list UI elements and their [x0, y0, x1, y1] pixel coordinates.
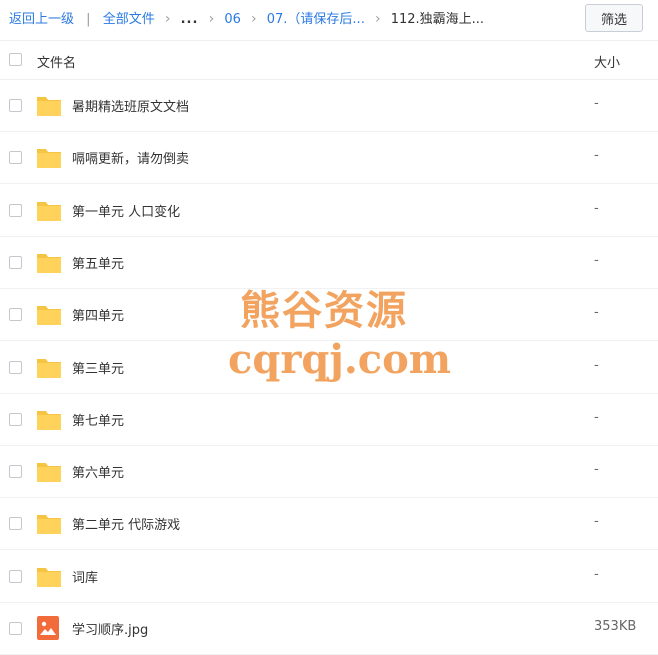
column-header-size[interactable]: 大小 — [594, 52, 620, 71]
file-size: 353KB — [594, 619, 637, 634]
file-size: - — [594, 148, 599, 164]
image-file-icon — [36, 616, 62, 640]
file-size: - — [594, 200, 599, 216]
row-checkbox[interactable] — [9, 412, 22, 426]
folder-icon — [36, 93, 62, 117]
table-row[interactable]: 嗝嗝更新，请勿倒卖 - — [0, 132, 658, 185]
watermark-text: 熊谷资源 — [240, 287, 408, 334]
file-name[interactable]: 第五单元 — [72, 253, 124, 272]
file-name[interactable]: 学习顺序.jpg — [72, 619, 148, 638]
chevron-right-icon: › — [374, 11, 381, 27]
file-size: - — [594, 462, 599, 478]
breadcrumb-current: 112.独霸海上... — [390, 12, 485, 27]
folder-icon — [36, 459, 62, 483]
breadcrumb: 返回上一级 | 全部文件 › ... › 06 › 07.（请保存后... › … — [9, 10, 484, 28]
watermark-url: cqrqj.com — [228, 336, 452, 383]
folder-icon — [36, 302, 62, 326]
folder-icon — [36, 564, 62, 588]
row-checkbox[interactable] — [9, 360, 22, 374]
table-row[interactable]: 第七单元 - — [0, 394, 658, 446]
file-size: - — [594, 357, 599, 373]
folder-icon — [36, 511, 62, 535]
row-checkbox[interactable] — [9, 569, 22, 583]
chevron-right-icon: › — [208, 11, 215, 27]
row-checkbox[interactable] — [9, 203, 22, 217]
file-name[interactable]: 词库 — [72, 567, 98, 586]
row-checkbox[interactable] — [9, 99, 22, 112]
file-name[interactable]: 暑期精选班原文文档 — [72, 96, 189, 115]
table-row[interactable]: 词库 - — [0, 551, 658, 603]
chevron-right-icon: › — [164, 11, 171, 27]
column-header-name[interactable]: 文件名 — [37, 52, 76, 71]
breadcrumb-separator: | — [86, 12, 91, 27]
all-files-link[interactable]: 全部文件 — [103, 12, 155, 27]
row-checkbox[interactable] — [9, 465, 22, 479]
file-name[interactable]: 第四单元 — [72, 305, 124, 324]
file-size: - — [594, 409, 599, 425]
folder-icon — [36, 407, 62, 431]
file-size: - — [594, 566, 599, 582]
select-all-checkbox[interactable] — [9, 53, 22, 66]
file-name[interactable]: 第三单元 — [72, 358, 124, 377]
file-size: - — [594, 96, 599, 111]
table-row[interactable]: 第一单元 人口变化 - — [0, 185, 658, 237]
file-name[interactable]: 第七单元 — [72, 410, 124, 429]
row-checkbox[interactable] — [9, 151, 22, 165]
breadcrumb-item-07[interactable]: 07.（请保存后... — [267, 12, 365, 27]
folder-icon — [36, 355, 62, 379]
file-name[interactable]: 第一单元 人口变化 — [72, 201, 180, 220]
file-name[interactable]: 第六单元 — [72, 462, 124, 481]
breadcrumb-ellipsis[interactable]: ... — [181, 12, 199, 27]
row-checkbox[interactable] — [9, 517, 22, 531]
file-name[interactable]: 嗝嗝更新，请勿倒卖 — [72, 148, 189, 167]
filter-button[interactable]: 筛选 — [585, 4, 643, 32]
folder-icon — [36, 250, 62, 274]
row-checkbox[interactable] — [9, 308, 22, 322]
row-checkbox[interactable] — [9, 255, 22, 269]
breadcrumb-item-06[interactable]: 06 — [224, 12, 241, 27]
table-header: 文件名 大小 — [0, 40, 658, 80]
folder-icon — [36, 198, 62, 222]
row-checkbox[interactable] — [9, 622, 22, 635]
table-row[interactable]: 第二单元 代际游戏 - — [0, 498, 658, 551]
file-size: - — [594, 252, 599, 268]
folder-icon — [36, 145, 62, 169]
table-row[interactable]: 暑期精选班原文文档 - — [0, 80, 658, 132]
chevron-right-icon: › — [251, 11, 257, 27]
file-size: - — [594, 305, 599, 321]
back-link[interactable]: 返回上一级 — [9, 12, 74, 27]
top-bar: 返回上一级 | 全部文件 › ... › 06 › 07.（请保存后... › … — [0, 0, 658, 40]
table-row[interactable]: 学习顺序.jpg 353KB — [0, 603, 658, 655]
file-name[interactable]: 第二单元 代际游戏 — [72, 514, 180, 533]
table-row[interactable]: 第六单元 - — [0, 446, 658, 499]
file-size: - — [594, 514, 599, 530]
